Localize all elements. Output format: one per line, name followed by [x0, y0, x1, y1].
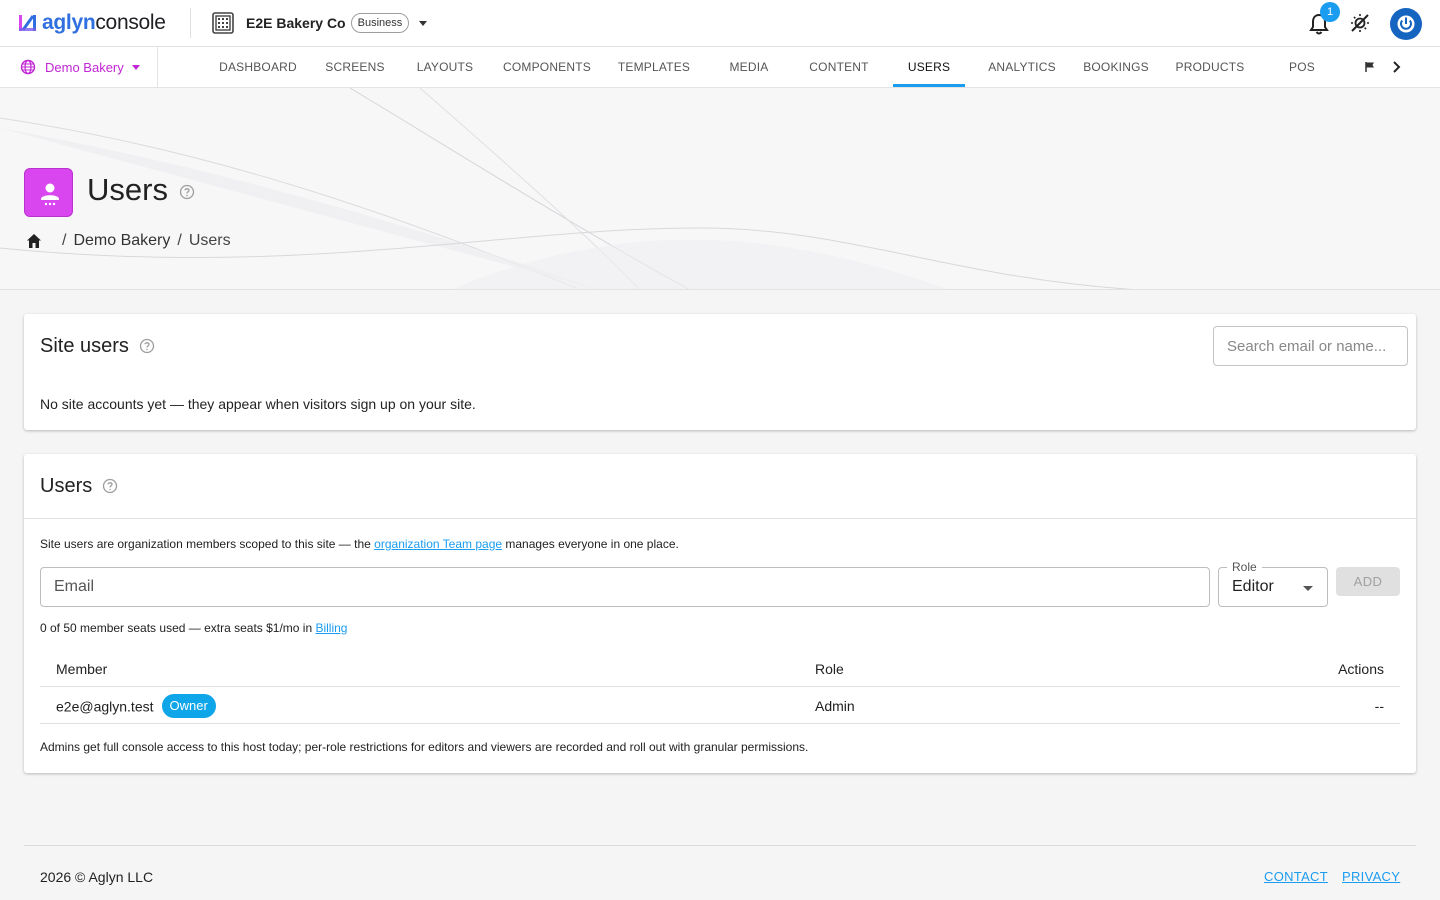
footer-divider	[24, 845, 1416, 846]
permissions-note: Admins get full console access to this h…	[40, 740, 809, 754]
chevron-right-icon[interactable]	[1390, 59, 1404, 75]
tab-layouts[interactable]: LAYOUTS	[406, 47, 484, 87]
site-users-empty-message: No site accounts yet — they appear when …	[40, 396, 476, 412]
app-logo[interactable]: aglynconsole	[17, 11, 166, 35]
site-users-search-input[interactable]	[1213, 326, 1408, 366]
column-header-member: Member	[56, 661, 108, 677]
home-icon[interactable]	[25, 232, 43, 250]
decorative-waves	[0, 88, 1134, 289]
breadcrumb-separator: /	[62, 232, 67, 249]
table-header: Member Role Actions	[40, 650, 1400, 687]
breadcrumb-current: Users	[188, 232, 231, 249]
role-cell: Admin	[815, 698, 855, 714]
globe-icon	[20, 59, 36, 75]
active-tab-indicator	[893, 84, 965, 87]
help-icon[interactable]	[139, 338, 155, 354]
tab-analytics[interactable]: ANALYTICS	[979, 47, 1065, 87]
billing-link[interactable]: Billing	[315, 621, 347, 635]
users-page-icon	[24, 168, 73, 217]
nav-bar: Demo Bakery DASHBOARD SCREENS LAYOUTS CO…	[0, 47, 1440, 88]
user-avatar[interactable]	[1390, 8, 1422, 40]
breadcrumb-separator: /	[177, 232, 182, 249]
owner-badge: Owner	[161, 694, 216, 718]
divider	[24, 518, 1416, 519]
users-card: Users Site users are organization member…	[24, 454, 1416, 773]
seats-usage: 0 of 50 member seats used — extra seats …	[40, 621, 347, 635]
page-header: Users / Demo Bakery / Users	[0, 88, 1440, 290]
divider	[190, 8, 191, 38]
page-title: Users	[87, 172, 168, 207]
tab-templates[interactable]: TEMPLATES	[610, 47, 698, 87]
users-title: Users	[40, 475, 93, 497]
plan-badge: Business	[350, 13, 410, 33]
role-select-value: Editor	[1232, 578, 1274, 595]
role-select-label: Role	[1227, 560, 1262, 574]
seats-text: 0 of 50 member seats used — extra seats …	[40, 621, 316, 635]
chevron-down-icon	[131, 64, 140, 70]
info-text-suffix: manages everyone in one place.	[502, 537, 679, 551]
email-field[interactable]	[40, 567, 1210, 607]
members-table: Member Role Actions e2e@aglyn.test Owner …	[40, 650, 1400, 724]
tab-components[interactable]: COMPONENTS	[497, 47, 597, 87]
member-email: e2e@aglyn.test	[56, 698, 154, 715]
notification-count-badge: 1	[1320, 2, 1340, 22]
column-header-actions: Actions	[1338, 661, 1384, 677]
logo-text-product: console	[95, 11, 166, 34]
users-info-text: Site users are organization members scop…	[40, 537, 679, 551]
role-select[interactable]: Role Editor	[1218, 560, 1328, 607]
site-name: Demo Bakery	[45, 59, 124, 75]
site-users-title: Site users	[40, 335, 129, 357]
tab-pos[interactable]: POS	[1270, 47, 1334, 87]
tab-dashboard[interactable]: DASHBOARD	[212, 47, 304, 87]
contact-link[interactable]: CONTACT	[1264, 869, 1328, 884]
tab-bookings[interactable]: BOOKINGS	[1077, 47, 1155, 87]
help-icon[interactable]	[102, 478, 118, 494]
chevron-down-icon[interactable]	[419, 20, 428, 26]
flag-icon[interactable]	[1364, 61, 1376, 73]
tab-users[interactable]: USERS	[893, 47, 965, 87]
tab-screens[interactable]: SCREENS	[317, 47, 393, 87]
user-icon	[41, 183, 59, 206]
copyright: 2026 © Aglyn LLC	[40, 869, 154, 885]
tab-products[interactable]: PRODUCTS	[1167, 47, 1253, 87]
site-selector[interactable]: Demo Bakery	[0, 47, 158, 87]
building-icon	[212, 12, 234, 34]
actions-cell: --	[1374, 698, 1384, 714]
breadcrumb-site[interactable]: Demo Bakery	[73, 232, 170, 250]
tab-media[interactable]: MEDIA	[712, 47, 786, 87]
top-bar: aglynconsole E2E Bakery Co Business 1	[0, 0, 1440, 47]
org-name: E2E Bakery Co	[246, 15, 346, 31]
tab-content[interactable]: CONTENT	[799, 47, 879, 87]
help-icon[interactable]	[179, 184, 195, 200]
member-cell: e2e@aglyn.test Owner	[56, 694, 216, 720]
team-page-link[interactable]: organization Team page	[374, 537, 502, 551]
info-text-prefix: Site users are organization members scop…	[40, 537, 375, 551]
table-row: e2e@aglyn.test Owner Admin --	[40, 687, 1400, 724]
add-user-button[interactable]: ADD	[1336, 567, 1400, 596]
org-switcher[interactable]: E2E Bakery Co Business	[212, 11, 428, 35]
breadcrumb: / Demo Bakery / Users	[25, 231, 231, 251]
chevron-down-icon	[1303, 586, 1313, 591]
site-users-card: Site users No site accounts yet — they a…	[24, 314, 1416, 430]
power-avatar-icon	[1397, 15, 1415, 33]
column-header-role: Role	[815, 661, 844, 677]
privacy-link[interactable]: PRIVACY	[1342, 869, 1400, 884]
logo-text-brand: aglyn	[42, 11, 96, 34]
aglyn-logo-icon	[19, 15, 36, 31]
theme-icon[interactable]	[1349, 12, 1371, 34]
